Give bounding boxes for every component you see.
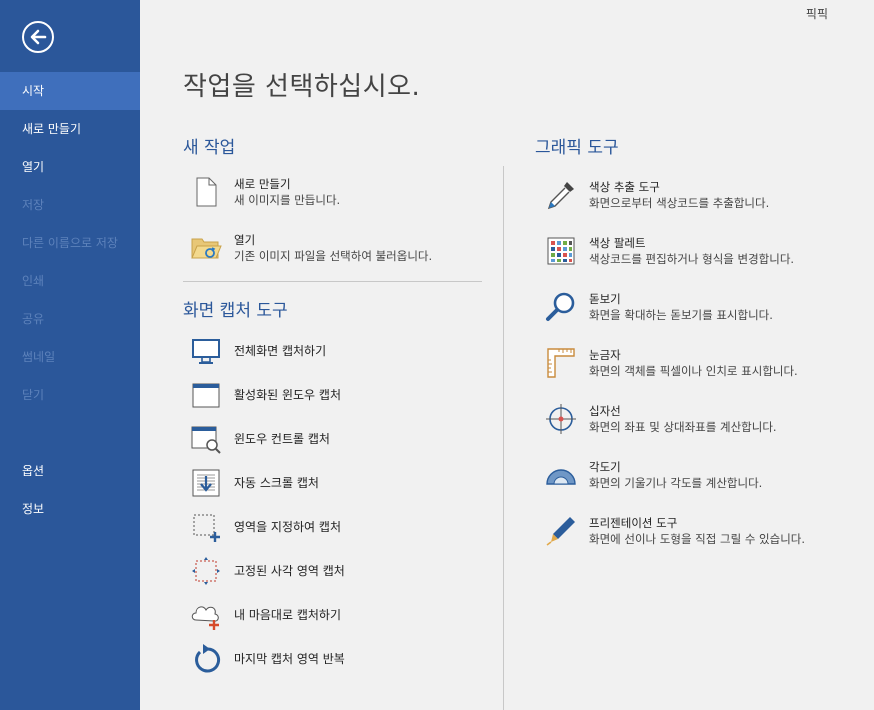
new-image-title: 새로 만들기 (234, 177, 291, 191)
capture-window-control-item[interactable]: 윈도우 컨트롤 캡처 (190, 423, 330, 455)
repeat-icon (190, 643, 222, 675)
graphic-eyedropper-item[interactable]: 색상 추출 도구 화면으로부터 색상코드를 추출합니다. (545, 179, 769, 211)
capture-scroll-label: 자동 스크롤 캡처 (234, 476, 319, 490)
sidebar-item-thumbnail: 썸네일 (22, 350, 56, 364)
ruler-icon (545, 347, 577, 379)
palette-icon (545, 235, 577, 267)
capture-fixed-region-item[interactable]: 고정된 사각 영역 캡처 (190, 555, 345, 587)
graphic-eyedropper-desc: 화면으로부터 색상코드를 추출합니다. (589, 196, 770, 210)
magnifier-icon (545, 291, 577, 323)
graphic-ruler-desc: 화면의 객체를 픽셀이나 인치로 표시합니다. (589, 364, 798, 378)
capture-window-control-label: 윈도우 컨트롤 캡처 (234, 432, 330, 446)
crosshair-icon (545, 403, 577, 435)
capture-active-window-item[interactable]: 활성화된 윈도우 캡처 (190, 379, 341, 411)
open-image-title: 열기 (234, 233, 256, 247)
graphic-section-title: 그래픽 도구 (535, 138, 619, 158)
back-arrow-icon (30, 29, 47, 45)
open-image-desc: 기존 이미지 파일을 선택하여 불러옵니다. (234, 249, 433, 263)
sidebar-item-info[interactable]: 정보 (0, 490, 140, 528)
graphic-protractor-desc: 화면의 기울기나 각도를 계산합니다. (589, 476, 763, 490)
graphic-crosshair-desc: 화면의 좌표 및 상대좌표를 계산합니다. (589, 420, 777, 434)
graphic-crosshair-item[interactable]: 십자선 화면의 좌표 및 상대좌표를 계산합니다. (545, 403, 777, 435)
new-image-item[interactable]: 새로 만들기 새 이미지를 만듭니다. (190, 176, 340, 208)
sidebar-item-save-as: 다른 이름으로 저장 (22, 236, 118, 250)
region-select-icon (190, 511, 222, 543)
fixed-region-icon (190, 555, 222, 587)
app-name: 픽픽 (805, 7, 828, 21)
capture-region-item[interactable]: 영역을 지정하여 캡처 (190, 511, 341, 543)
section-divider (183, 281, 482, 282)
new-task-section-title: 새 작업 (183, 138, 236, 158)
graphic-crosshair-title: 십자선 (589, 404, 621, 418)
capture-repeat-label: 마지막 캡처 영역 반복 (234, 652, 345, 666)
scroll-capture-icon (190, 467, 222, 499)
graphic-ruler-title: 눈금자 (589, 348, 621, 362)
capture-active-window-label: 활성화된 윈도우 캡처 (234, 388, 341, 402)
graphic-presentation-desc: 화면에 선이나 도형을 직접 그릴 수 있습니다. (589, 532, 806, 546)
sidebar-nav: 시작 새로 만들기 열기 저장 다른 이름으로 저장 인쇄 공유 썸네일 닫기 (0, 72, 140, 414)
graphic-palette-title: 색상 팔레트 (589, 236, 646, 250)
column-divider (503, 166, 504, 710)
graphic-palette-desc: 색상코드를 편집하거나 형식을 변경합니다. (589, 252, 795, 266)
graphic-magnifier-desc: 화면을 확대하는 돋보기를 표시합니다. (589, 308, 773, 322)
graphic-eyedropper-title: 색상 추출 도구 (589, 180, 660, 194)
sidebar-item-print: 인쇄 (22, 274, 45, 288)
capture-fullscreen-label: 전체화면 캡처하기 (234, 344, 327, 358)
capture-fixed-region-label: 고정된 사각 영역 캡처 (234, 564, 345, 578)
sidebar-item-save: 저장 (22, 198, 45, 212)
eyedropper-icon (545, 179, 577, 211)
graphic-presentation-item[interactable]: 프리젠테이션 도구 화면에 선이나 도형을 직접 그릴 수 있습니다. (545, 515, 805, 547)
pen-icon (545, 515, 577, 547)
sidebar: 시작 새로 만들기 열기 저장 다른 이름으로 저장 인쇄 공유 썸네일 닫기 … (0, 0, 140, 710)
graphic-magnifier-title: 돋보기 (589, 292, 621, 306)
sidebar-bottom-nav: 옵션 정보 (0, 452, 140, 528)
capture-region-label: 영역을 지정하여 캡처 (234, 520, 341, 534)
open-image-item[interactable]: 열기 기존 이미지 파일을 선택하여 불러옵니다. (190, 232, 432, 264)
sidebar-item-new[interactable]: 새로 만들기 (0, 110, 140, 148)
capture-scroll-item[interactable]: 자동 스크롤 캡처 (190, 467, 319, 499)
graphic-protractor-title: 각도기 (589, 460, 621, 474)
capture-repeat-item[interactable]: 마지막 캡처 영역 반복 (190, 643, 345, 675)
new-image-desc: 새 이미지를 만듭니다. (234, 193, 341, 207)
page-title: 작업을 선택하십시오. (183, 72, 421, 102)
sidebar-item-open[interactable]: 열기 (0, 148, 140, 186)
graphic-ruler-item[interactable]: 눈금자 화면의 객체를 픽셀이나 인치로 표시합니다. (545, 347, 798, 379)
graphic-magnifier-item[interactable]: 돋보기 화면을 확대하는 돋보기를 표시합니다. (545, 291, 773, 323)
capture-fullscreen-item[interactable]: 전체화면 캡처하기 (190, 335, 326, 367)
back-button[interactable] (22, 21, 54, 53)
graphic-protractor-item[interactable]: 각도기 화면의 기울기나 각도를 계산합니다. (545, 459, 762, 491)
graphic-presentation-title: 프리젠테이션 도구 (589, 516, 678, 530)
sidebar-item-close: 닫기 (22, 388, 45, 402)
graphic-palette-item[interactable]: 색상 팔레트 색상코드를 편집하거나 형식을 변경합니다. (545, 235, 794, 267)
sidebar-item-options[interactable]: 옵션 (0, 452, 140, 490)
capture-section-title: 화면 캡처 도구 (183, 301, 288, 321)
sidebar-item-share: 공유 (22, 312, 45, 326)
window-control-icon (190, 423, 222, 455)
capture-freehand-item[interactable]: 내 마음대로 캡처하기 (190, 599, 341, 631)
window-icon (190, 379, 222, 411)
protractor-icon (545, 459, 577, 491)
monitor-icon (190, 335, 222, 367)
new-file-icon (190, 176, 222, 208)
capture-freehand-label: 내 마음대로 캡처하기 (234, 608, 341, 622)
open-folder-icon (190, 232, 222, 264)
freehand-cloud-icon (190, 599, 222, 631)
sidebar-item-start[interactable]: 시작 (0, 72, 140, 110)
